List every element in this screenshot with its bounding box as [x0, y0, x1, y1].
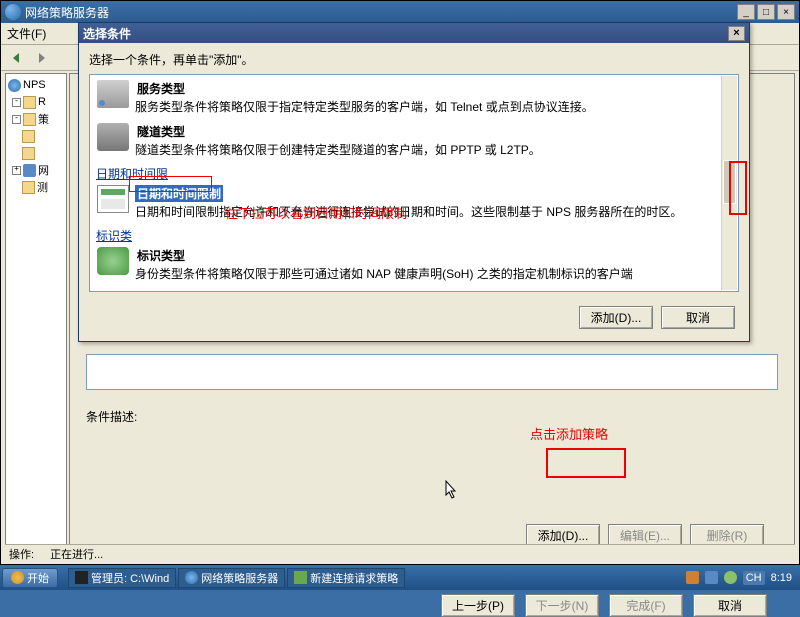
dialog-add-button[interactable]: 添加(D)...	[579, 306, 653, 329]
annotation-scroll-hint: 往下拉可以看到日期和时间限制	[225, 203, 407, 222]
dialog-cancel-button[interactable]: 取消	[661, 306, 735, 329]
dialog-close-button[interactable]: ×	[728, 26, 745, 41]
tree-node[interactable]: - R	[12, 94, 64, 110]
taskbar-task[interactable]: 管理员: C:\Wind	[68, 568, 176, 588]
minimize-button[interactable]: _	[737, 4, 755, 20]
dialog-instruction: 选择一个条件，再单击"添加"。	[89, 51, 739, 68]
start-orb-icon	[11, 571, 24, 584]
forward-button[interactable]	[31, 47, 53, 69]
dialog-titlebar: 选择条件 ×	[79, 23, 749, 43]
taskbar: 开始 管理员: C:\Wind 网络策略服务器 新建连接请求策略 CH 8:19	[0, 565, 800, 590]
server-icon	[97, 80, 129, 108]
close-button[interactable]: ×	[777, 4, 795, 20]
annotation-datetime-box	[129, 176, 212, 192]
list-item[interactable]: 隧道类型 隧道类型条件将策略仅限于创建特定类型隧道的客户端，如 PPTP 或 L…	[96, 122, 732, 159]
status-op-label: 操作:	[9, 546, 34, 562]
condition-list-box[interactable]	[86, 354, 778, 390]
tray-icon[interactable]	[705, 571, 718, 584]
cancel-button[interactable]: 取消	[693, 594, 767, 617]
category-radius: RADIUS 客户端属	[96, 289, 732, 292]
app-icon	[5, 4, 21, 20]
select-condition-dialog: 选择条件 × 选择一个条件，再单击"添加"。 服务类型 服务类型条件将策略仅限于…	[78, 22, 750, 342]
tree-node[interactable]: - 策	[12, 111, 64, 127]
cursor-icon	[440, 479, 460, 503]
dialog-title: 选择条件	[83, 25, 131, 42]
taskbar-task[interactable]: 新建连接请求策略	[287, 568, 405, 588]
tree-node[interactable]	[22, 128, 64, 144]
wizard-icon	[294, 571, 307, 584]
maximize-button[interactable]: □	[757, 4, 775, 20]
start-button[interactable]: 开始	[2, 568, 58, 588]
system-tray: CH 8:19	[686, 571, 798, 585]
folder-icon	[23, 113, 36, 126]
folder-icon	[23, 96, 36, 109]
category-identity: 标识类	[96, 227, 732, 244]
tray-icon[interactable]	[686, 571, 699, 584]
status-bar: 操作: 正在进行...	[5, 544, 795, 562]
folder-icon	[22, 147, 35, 160]
menu-file[interactable]: 文件(F)	[7, 27, 46, 41]
tray-lang[interactable]: CH	[743, 571, 765, 585]
next-button[interactable]: 下一步(N)	[525, 594, 599, 617]
calendar-icon	[97, 185, 129, 213]
taskbar-task[interactable]: 网络策略服务器	[178, 568, 285, 588]
expand-icon[interactable]: +	[12, 166, 21, 175]
annotation-click-add: 点击添加策略	[530, 424, 608, 443]
finish-button[interactable]: 完成(F)	[609, 594, 683, 617]
tree-root[interactable]: NPS	[8, 77, 64, 93]
annotation-scrollbar-box	[729, 161, 747, 215]
nav-button-row: 上一步(P) 下一步(N) 完成(F) 取消	[70, 594, 778, 617]
tree-node[interactable]	[22, 145, 64, 161]
list-item[interactable]: 标识类型 身份类型条件将策略仅限于那些可通过诸如 NAP 健康声明(SoH) 之…	[96, 246, 732, 283]
list-item[interactable]: 服务类型 服务类型条件将策略仅限于指定特定类型服务的客户端，如 Telnet 或…	[96, 79, 732, 116]
expand-icon[interactable]: -	[12, 115, 21, 124]
condition-desc-label: 条件描述:	[86, 408, 778, 425]
tree-panel: NPS - R - 策 + 网	[5, 73, 67, 560]
tunnel-icon	[97, 123, 129, 151]
main-titlebar: 网络策略服务器 _ □ ×	[1, 1, 799, 23]
tray-icon[interactable]	[724, 571, 737, 584]
expand-icon[interactable]: -	[12, 98, 21, 107]
tray-clock[interactable]: 8:19	[771, 572, 792, 584]
tree-node[interactable]: 测	[22, 179, 64, 195]
cmd-icon	[75, 571, 88, 584]
annotation-add-box	[546, 448, 626, 478]
back-button[interactable]	[5, 47, 27, 69]
identity-icon	[97, 247, 129, 275]
window-title: 网络策略服务器	[25, 4, 737, 21]
shield-icon	[23, 164, 36, 177]
status-progress: 正在进行...	[50, 546, 103, 562]
tree-node[interactable]: + 网	[12, 162, 64, 178]
globe-icon	[185, 571, 198, 584]
prev-button[interactable]: 上一步(P)	[441, 594, 515, 617]
folder-icon	[22, 181, 35, 194]
folder-icon	[22, 130, 35, 143]
globe-icon	[8, 79, 21, 92]
